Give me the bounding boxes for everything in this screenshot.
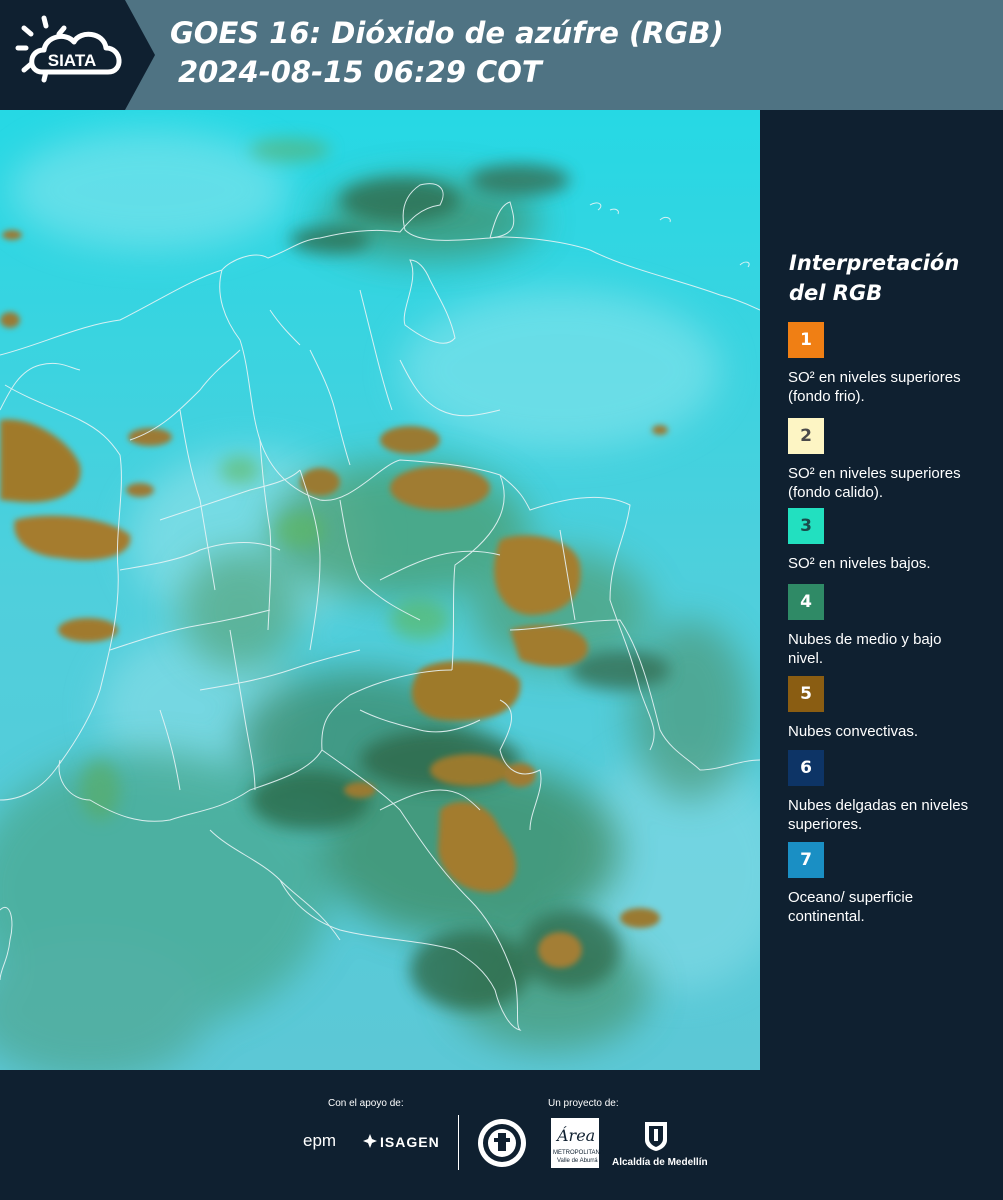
area-sub1: METROPOLITANA [553,1150,604,1156]
siata-logo[interactable]: SIATA [0,0,155,110]
legend-title: Interpretación del RGB [789,251,960,305]
timestamp: 2024-08-15 06:29 COT [178,55,542,89]
legend-item-label: Oceano/ superficie continental. [788,889,914,925]
legend-item-4: 4 Nubes de medio y bajo nivel. [788,584,998,668]
legend-item-label: Nubes delgadas en niveles superiores. [788,797,969,833]
legend-panel: Interpretación del RGB 1 SO² en niveles … [760,110,1003,1070]
legend-swatch: 4 [788,584,824,620]
legend-swatch: 5 [788,676,824,712]
page-title: GOES 16: Dióxido de azúfre (RGB) [170,16,724,50]
legend-item-5: 5 Nubes convectivas. [788,676,998,741]
isagen-icon [363,1133,377,1148]
project-label: Un proyecto de: [548,1098,619,1109]
siata-logo-text: SIATA [48,51,96,70]
satellite-map[interactable] [0,110,760,1070]
legend-item-1: 1 SO² en niveles superiores (fondo frio)… [788,322,998,406]
area-word: Área [557,1126,596,1145]
legend-swatch: 6 [788,750,824,786]
legend-item-label: SO² en niveles bajos. [788,555,931,572]
alcaldia-crest-icon [643,1118,669,1152]
isagen-logo[interactable]: ISAGEN [380,1134,440,1150]
support-label: Con el apoyo de: [328,1098,404,1109]
legend-item-2: 2 SO² en niveles superiores (fondo calid… [788,418,998,502]
legend-swatch: 3 [788,508,824,544]
legend-item-6: 6 Nubes delgadas en niveles superiores. [788,750,998,834]
legend-swatch: 2 [788,418,824,454]
medellin-seal-icon[interactable] [477,1118,527,1168]
epm-logo[interactable]: epm [303,1131,336,1151]
legend-swatch: 1 [788,322,824,358]
legend-item-label: Nubes convectivas. [788,723,919,740]
header-bar: SIATA GOES 16: Dióxido de azúfre (RGB) 2… [0,0,1003,110]
legend-item-3: 3 SO² en niveles bajos. [788,508,998,573]
area-metropolitana-logo[interactable]: Área METROPOLITANA Valle de Aburrá [551,1118,604,1168]
legend-item-label: SO² en niveles superiores (fondo frio). [788,369,961,405]
footer-divider [458,1115,459,1170]
legend-item-7: 7 Oceano/ superficie continental. [788,842,998,926]
legend-item-label: SO² en niveles superiores (fondo calido)… [788,465,961,501]
alcaldia-logo[interactable]: Alcaldía de Medellín [612,1157,708,1168]
legend-item-label: Nubes de medio y bajo nivel. [788,631,942,667]
legend-swatch: 7 [788,842,824,878]
area-sub2: Valle de Aburrá [557,1158,598,1164]
footer: Con el apoyo de: Un proyecto de: epm ISA… [0,1070,1003,1200]
